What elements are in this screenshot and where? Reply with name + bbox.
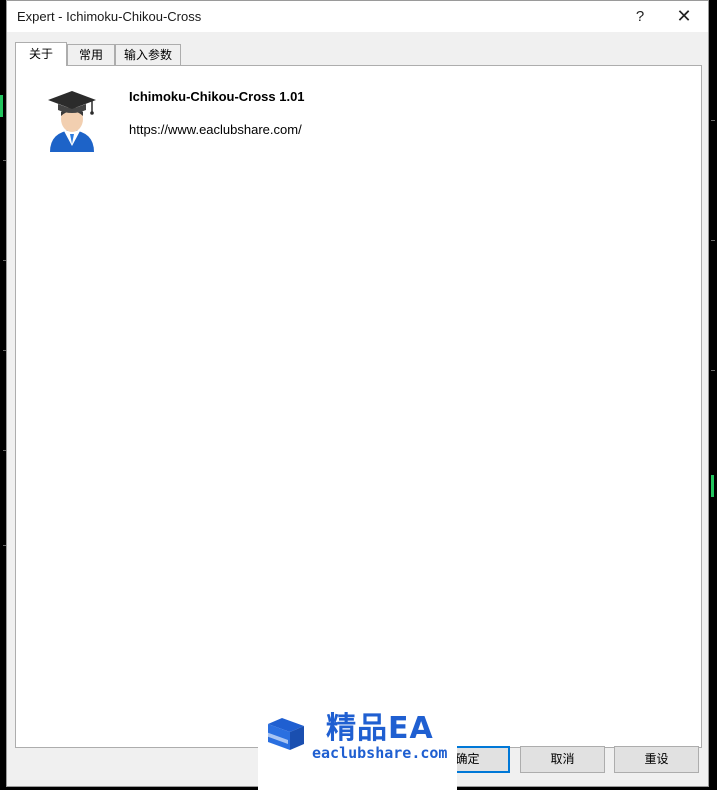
title-bar[interactable]: Expert - Ichimoku-Chikou-Cross ? ✕ [7, 1, 708, 32]
chart-tick [711, 240, 715, 241]
close-button[interactable]: ✕ [662, 1, 706, 32]
candle [711, 475, 714, 497]
tab-about[interactable]: 关于 [15, 42, 67, 66]
tab-inputs[interactable]: 输入参数 [115, 44, 181, 65]
cancel-button[interactable]: 取消 [520, 746, 605, 773]
expert-dialog: Expert - Ichimoku-Chikou-Cross ? ✕ 关于 常用… [6, 0, 709, 787]
reset-button[interactable]: 重设 [614, 746, 699, 773]
about-panel: Ichimoku-Chikou-Cross 1.01 https://www.e… [15, 65, 702, 748]
candle [0, 95, 3, 117]
watermark-cn: 精品EA [326, 711, 434, 746]
books-logo-icon [266, 718, 304, 750]
window-title: Expert - Ichimoku-Chikou-Cross [17, 9, 202, 24]
graduate-user-icon [48, 91, 96, 152]
chart-background-right [708, 0, 717, 790]
watermark-en: eaclubshare.com [312, 744, 448, 762]
chart-tick [711, 370, 715, 371]
help-button[interactable]: ? [618, 1, 662, 32]
expert-url[interactable]: https://www.eaclubshare.com/ [129, 122, 302, 137]
tab-common[interactable]: 常用 [67, 44, 115, 65]
watermark: 精品EA eaclubshare.com [258, 696, 457, 790]
chart-tick [711, 120, 715, 121]
expert-name: Ichimoku-Chikou-Cross 1.01 [129, 89, 305, 104]
